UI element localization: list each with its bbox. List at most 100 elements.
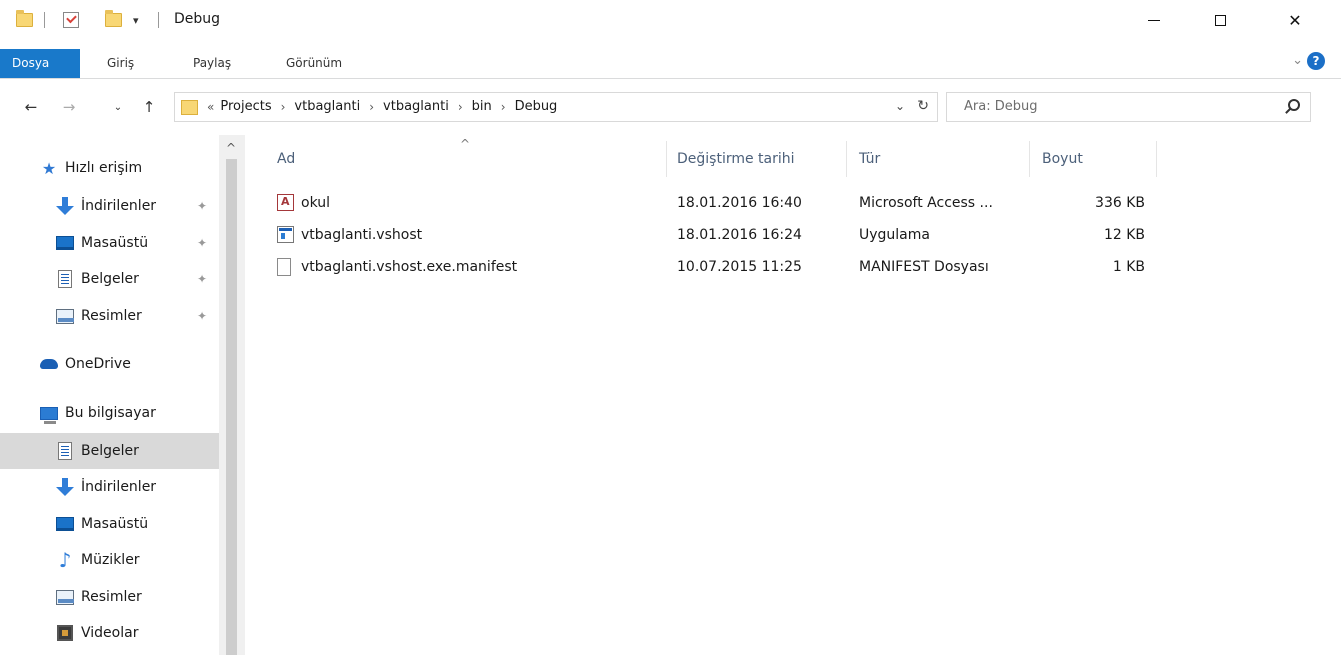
sidebar-item-documents[interactable]: Belgeler ✦	[0, 261, 219, 297]
breadcrumb: « Projects › vtbaglanti › vtbaglanti › b…	[207, 99, 557, 114]
sidebar-item-label: Resimler	[81, 589, 142, 605]
pin-icon[interactable]: ✦	[197, 236, 207, 250]
folder-icon	[181, 100, 198, 115]
sidebar-item-downloads[interactable]: İndirilenler ✦	[0, 188, 219, 224]
folder-icon[interactable]	[16, 9, 33, 31]
tab-gorunum[interactable]: Görünüm	[274, 49, 354, 78]
file-size: 1 KB	[1112, 259, 1145, 275]
breadcrumb-projects[interactable]: Projects	[220, 99, 271, 114]
desktop-icon	[56, 234, 74, 252]
sidebar-item-label: İndirilenler	[81, 198, 157, 214]
column-header-date[interactable]: Değiştirme tarihi	[677, 141, 795, 177]
breadcrumb-vtbaglanti[interactable]: vtbaglanti	[294, 99, 360, 114]
desktop-icon	[56, 515, 74, 533]
file-type: Microsoft Access ...	[859, 195, 993, 211]
column-header-type[interactable]: Tür	[859, 141, 880, 177]
music-icon: ♪	[58, 548, 72, 572]
table-row[interactable]: vtbaglanti.vshost 18.01.2016 16:24 Uygul…	[277, 223, 1157, 247]
file-date: 18.01.2016 16:40	[677, 195, 802, 211]
maximize-button[interactable]	[1197, 0, 1243, 40]
title-separator	[150, 9, 167, 31]
column-divider[interactable]	[846, 141, 847, 177]
sidebar-item-label: Masaüstü	[81, 516, 149, 532]
new-folder-icon[interactable]	[105, 9, 122, 31]
sidebar-item-desktop[interactable]: Masaüstü ✦	[0, 225, 219, 261]
breadcrumb-debug[interactable]: Debug	[515, 99, 558, 114]
scroll-thumb[interactable]	[226, 159, 237, 655]
pin-icon[interactable]: ✦	[197, 309, 207, 323]
sidebar-item-documents-pc[interactable]: Belgeler	[0, 433, 219, 469]
star-icon: ★	[41, 158, 57, 178]
sidebar-item-quick-access[interactable]: ★ Hızlı erişim	[0, 150, 219, 186]
chevron-right-icon[interactable]: ›	[458, 100, 463, 114]
scroll-up-icon[interactable]: ^	[226, 141, 236, 155]
download-icon	[56, 197, 74, 215]
address-history-chevron-icon[interactable]: ⌄	[895, 99, 905, 113]
sort-ascending-icon: ^	[460, 137, 471, 151]
videos-icon	[56, 624, 74, 642]
pin-icon[interactable]: ✦	[197, 199, 207, 213]
column-divider[interactable]	[1156, 141, 1157, 177]
sidebar-item-label: Videolar	[81, 625, 139, 641]
sidebar-item-music[interactable]: ♪ Müzikler	[0, 542, 219, 578]
recent-locations-chevron-icon[interactable]: ⌄	[107, 94, 129, 120]
sidebar-item-videos[interactable]: Videolar	[0, 615, 219, 651]
sidebar-item-label: İndirilenler	[81, 479, 157, 495]
nav-scrollbar[interactable]: ^	[219, 135, 245, 655]
sidebar-item-pictures-pc[interactable]: Resimler	[0, 579, 219, 615]
close-button[interactable]: ✕	[1272, 0, 1318, 40]
file-size: 12 KB	[1103, 227, 1145, 243]
breadcrumb-bin[interactable]: bin	[472, 99, 492, 114]
file-date: 18.01.2016 16:24	[677, 227, 802, 243]
tab-giris[interactable]: Giriş	[95, 49, 146, 78]
search-box[interactable]: Ara: Debug	[946, 92, 1311, 122]
sidebar-item-label: Bu bilgisayar	[65, 405, 156, 421]
breadcrumb-vtbaglanti-inner[interactable]: vtbaglanti	[383, 99, 449, 114]
breadcrumb-overflow[interactable]: «	[207, 100, 214, 114]
chevron-right-icon[interactable]: ›	[369, 100, 374, 114]
address-bar[interactable]: « Projects › vtbaglanti › vtbaglanti › b…	[174, 92, 938, 122]
back-button[interactable]: ←	[20, 94, 42, 120]
sidebar-item-label: Müzikler	[81, 552, 140, 568]
properties-icon[interactable]	[63, 9, 79, 31]
ribbon: Dosya Giriş Paylaş Görünüm ⌄ ?	[0, 49, 1341, 79]
navigation-pane: ★ Hızlı erişim İndirilenler ✦ Masaüstü ✦…	[0, 135, 245, 655]
refresh-icon[interactable]: ↻	[917, 98, 929, 114]
help-icon[interactable]: ?	[1307, 52, 1325, 70]
pin-icon[interactable]: ✦	[197, 272, 207, 286]
onedrive-icon	[40, 355, 58, 373]
chevron-right-icon[interactable]: ›	[501, 100, 506, 114]
tab-paylas[interactable]: Paylaş	[181, 49, 243, 78]
minimize-button[interactable]	[1131, 0, 1177, 40]
column-divider[interactable]	[666, 141, 667, 177]
column-header-size[interactable]: Boyut	[1042, 141, 1083, 177]
table-row[interactable]: okul 18.01.2016 16:40 Microsoft Access .…	[277, 191, 1157, 215]
sidebar-item-desktop-pc[interactable]: Masaüstü	[0, 506, 219, 542]
search-icon[interactable]	[1288, 99, 1300, 111]
sidebar-item-label: OneDrive	[65, 356, 131, 372]
file-date: 10.07.2015 11:25	[677, 259, 802, 275]
sidebar-item-pictures[interactable]: Resimler ✦	[0, 298, 219, 334]
search-input[interactable]: Ara: Debug	[964, 99, 1037, 114]
quick-access-separator	[36, 9, 53, 31]
this-pc-icon	[40, 404, 58, 424]
tab-dosya[interactable]: Dosya	[0, 49, 80, 78]
sidebar-item-label: Belgeler	[81, 271, 139, 287]
sidebar-item-label: Masaüstü	[81, 235, 149, 251]
expand-ribbon-icon[interactable]: ⌄	[1292, 53, 1303, 68]
sidebar-item-downloads-pc[interactable]: İndirilenler	[0, 469, 219, 505]
blank-file-icon	[277, 258, 291, 276]
sidebar-item-onedrive[interactable]: OneDrive	[0, 346, 219, 382]
sidebar-item-this-pc[interactable]: Bu bilgisayar	[0, 395, 219, 431]
customize-quick-access-button[interactable]: ▾	[133, 9, 139, 31]
table-row[interactable]: vtbaglanti.vshost.exe.manifest 10.07.201…	[277, 255, 1157, 279]
file-name: okul	[301, 195, 331, 211]
file-list: ^ Ad Değiştirme tarihi Tür Boyut okul 18…	[245, 135, 1341, 655]
forward-button[interactable]: →	[58, 94, 80, 120]
up-button[interactable]: ↑	[138, 94, 160, 120]
column-divider[interactable]	[1029, 141, 1030, 177]
chevron-right-icon[interactable]: ›	[281, 100, 286, 114]
file-name: vtbaglanti.vshost.exe.manifest	[301, 259, 518, 275]
file-type: Uygulama	[859, 227, 930, 243]
column-header-name[interactable]: Ad	[277, 141, 295, 177]
